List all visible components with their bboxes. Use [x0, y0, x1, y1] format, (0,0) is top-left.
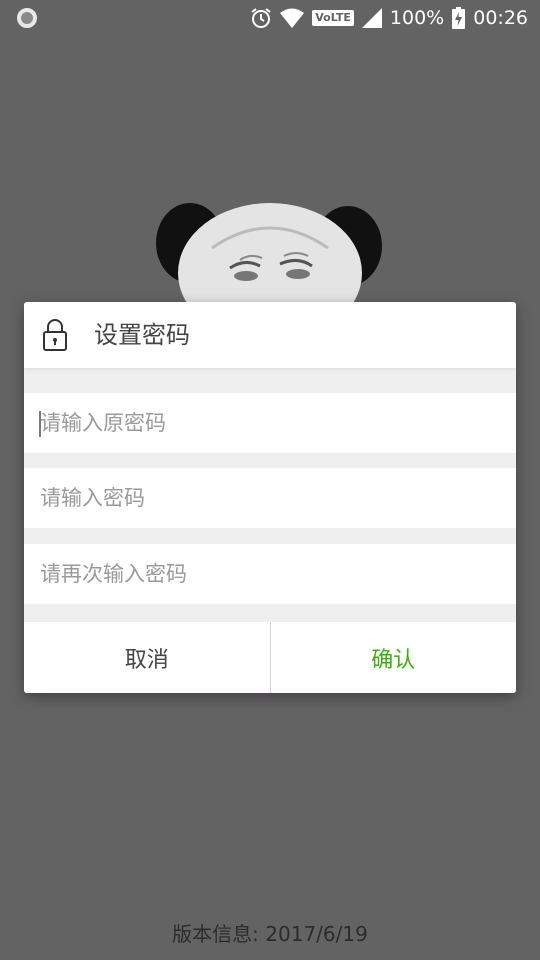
signal-icon: [361, 8, 382, 28]
old-password-input[interactable]: [24, 393, 516, 453]
dialog-button-row: 取消 确认: [24, 622, 516, 693]
new-password-input[interactable]: [24, 468, 516, 528]
cancel-button[interactable]: 取消: [24, 622, 271, 693]
volte-badge: VoLTE: [312, 10, 354, 26]
confirm-password-input[interactable]: [24, 544, 516, 604]
battery-icon: [452, 7, 466, 29]
alarm-icon: [250, 7, 272, 29]
wifi-icon: [280, 8, 305, 28]
clock: 00:26: [473, 7, 528, 29]
status-circle-icon: [17, 8, 37, 28]
panda-face-image: [156, 203, 382, 308]
status-bar: VoLTE 100% 00:26: [0, 0, 540, 36]
status-indicators: VoLTE 100% 00:26: [250, 6, 528, 30]
lock-icon: [43, 319, 67, 351]
new-password-field[interactable]: [24, 468, 516, 528]
set-password-dialog: 设置密码 取消 确认: [24, 302, 516, 693]
old-password-field[interactable]: [24, 393, 516, 453]
dialog-header: 设置密码: [24, 302, 516, 368]
version-info: 版本信息: 2017/6/19: [172, 922, 368, 946]
confirm-button[interactable]: 确认: [271, 622, 517, 693]
battery-percentage: 100%: [389, 7, 445, 29]
dialog-title: 设置密码: [94, 321, 190, 349]
confirm-password-field[interactable]: [24, 544, 516, 604]
